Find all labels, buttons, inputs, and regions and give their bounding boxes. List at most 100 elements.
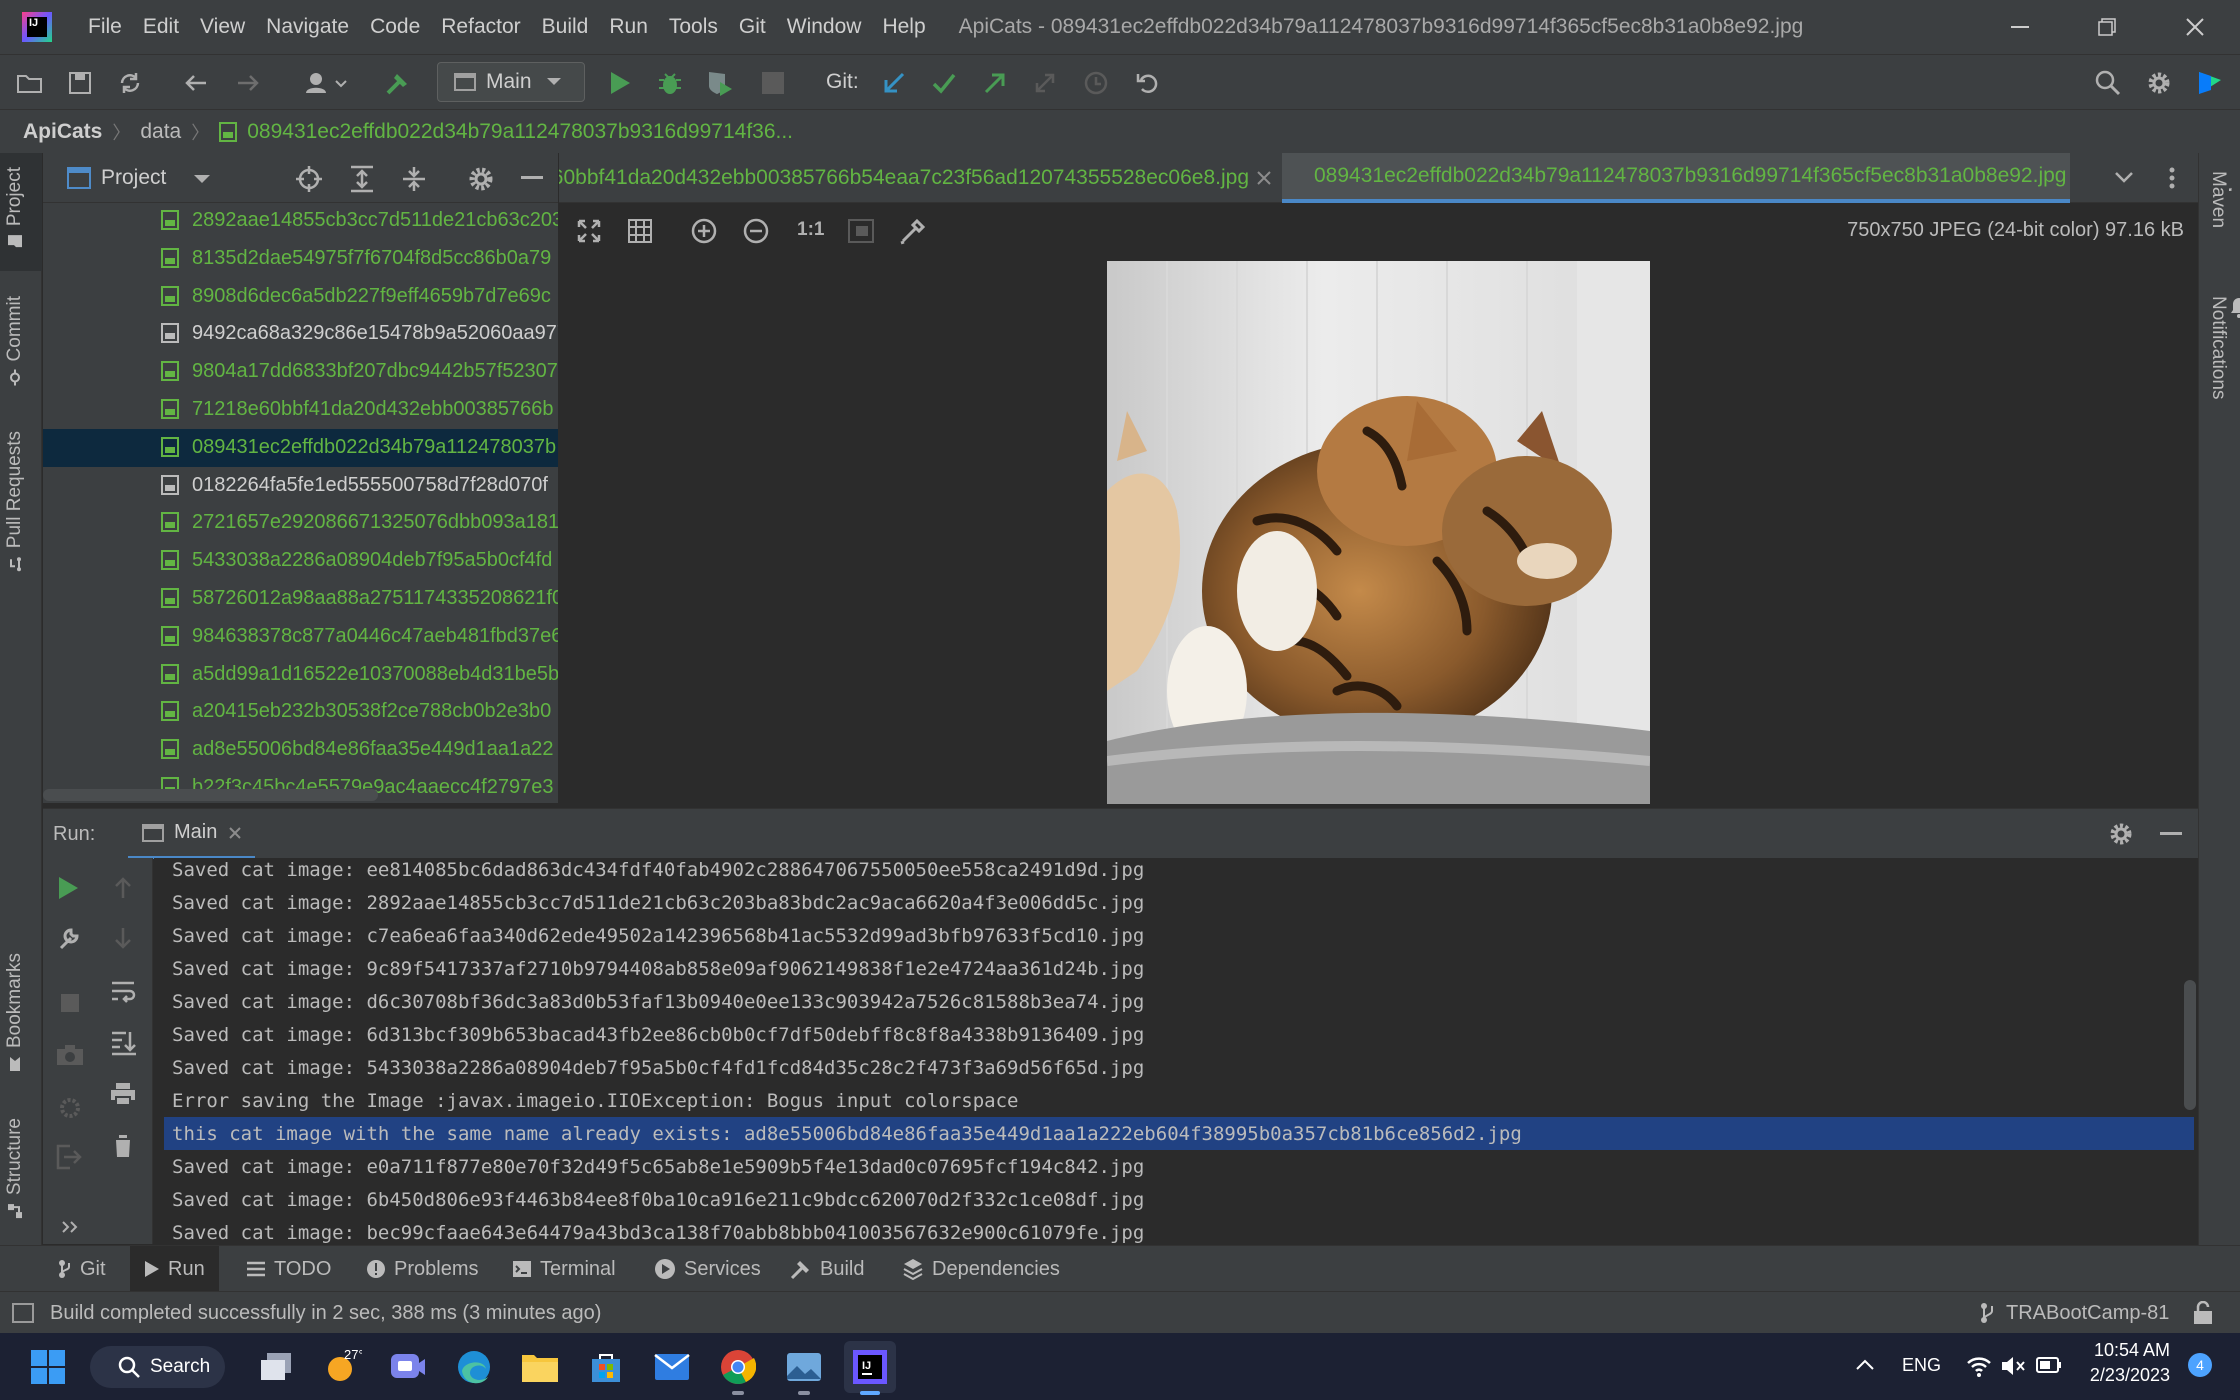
edge-browser-icon[interactable] [448,1341,500,1393]
tool-tab-commit[interactable]: Commit [4,296,26,386]
windows-start-icon[interactable] [22,1341,74,1393]
lock-icon[interactable] [2192,1301,2214,1325]
soft-wrap-icon[interactable] [110,980,136,1004]
tool-tab-notifications[interactable]: Notifications [2207,296,2240,400]
editor-tab-active[interactable]: 089431ec2effdb022d34b79a112478037b9316d9… [1282,153,2070,203]
project-file-item[interactable]: 2892aae14855cb3cc7d511de21cb63c203 [43,203,558,240]
status-panel-toggle-icon[interactable] [12,1303,34,1323]
menu-help[interactable]: Help [882,15,925,39]
close-window-button[interactable] [2150,0,2240,54]
menu-tools[interactable]: Tools [669,15,718,39]
git-branch-name[interactable]: TRABootCamp-81 [2006,1302,2169,1325]
run-tab-main[interactable]: Main [128,809,256,859]
project-file-item[interactable]: 8908d6dec6a5db227f9eff4659b7d7e69c [43,278,558,316]
coverage-icon[interactable] [702,65,738,101]
microsoft-store-icon[interactable] [580,1341,632,1393]
settings-bug-icon[interactable] [56,1094,84,1122]
rollback-icon[interactable] [1130,65,1166,101]
project-horizontal-scrollbar[interactable] [43,789,378,801]
jetbrains-ai-icon[interactable] [2192,65,2228,101]
tool-tab-structure[interactable]: Structure [4,1118,26,1219]
project-file-item[interactable]: 9492ca68a329c86e15478b9a52060aa977 [43,315,558,353]
run-icon[interactable] [602,65,638,101]
menu-file[interactable]: File [88,15,122,39]
open-folder-icon[interactable] [12,65,48,101]
minimize-button[interactable] [1975,0,2065,54]
git-update-icon[interactable] [876,65,912,101]
intellij-logo[interactable]: IJ [22,12,52,42]
locate-crosshair-icon[interactable] [295,165,323,193]
color-picker-icon[interactable] [899,217,927,245]
clock-date[interactable]: 2/23/2023 [2070,1365,2170,1386]
menu-refactor[interactable]: Refactor [441,15,520,39]
project-file-item[interactable]: a5dd99a1d16522e10370088eb4d31be5b [43,656,558,694]
menu-code[interactable]: Code [370,15,420,39]
project-file-item[interactable]: 58726012a98aa88a2751174335208621f0 [43,580,558,618]
search-icon[interactable] [2090,65,2126,101]
user-dropdown-icon[interactable] [300,65,352,101]
editor-tab-inactive[interactable]: e60bbf41da20d432ebb00385766b54eaa7c23f56… [559,153,1279,203]
git-push-icon[interactable] [977,65,1013,101]
zoom-out-icon[interactable] [743,218,769,244]
camera-icon[interactable] [56,1044,84,1066]
project-file-item[interactable]: 2721657e292086671325076dbb093a181 [43,504,558,542]
weather-widget-icon[interactable]: 27° [316,1341,368,1393]
back-arrow-icon[interactable] [178,65,214,101]
project-file-item[interactable]: ad8e55006bd84e86faa35e449d1aa1a22 [43,731,558,769]
speaker-muted-icon[interactable] [2000,1355,2026,1377]
settings-gear-icon[interactable] [2141,65,2177,101]
scroll-down-arrow-icon[interactable] [113,926,133,950]
photos-app-icon[interactable] [778,1341,830,1395]
intellij-taskbar-icon[interactable]: IJ [844,1341,896,1395]
clock-time[interactable]: 10:54 AM [2080,1340,2170,1361]
forward-arrow-icon[interactable] [230,65,266,101]
chevron-down-icon[interactable] [193,174,211,184]
stop-icon[interactable] [61,994,79,1012]
wrench-icon[interactable] [57,926,81,950]
more-options-icon[interactable] [2169,167,2175,189]
tool-tab-bookmarks[interactable]: Bookmarks [4,953,26,1072]
project-panel-title[interactable]: Project [101,166,166,190]
collapse-all-icon[interactable] [401,165,427,193]
tool-tab-problems[interactable]: Problems [366,1246,478,1292]
save-all-icon[interactable] [62,65,98,101]
close-tab-icon[interactable] [1257,171,1271,185]
actual-size-button[interactable]: 1:1 [797,219,824,241]
project-file-item[interactable]: 9804a17dd6833bf207dbc9442b57f52307 [43,353,558,391]
build-hammer-icon[interactable] [380,65,416,101]
chrome-browser-icon[interactable] [712,1341,764,1395]
close-tab-icon[interactable] [229,826,242,839]
tool-tab-git[interactable]: Git [58,1246,106,1292]
show-hidden-tabs-chevron-icon[interactable] [2114,171,2134,183]
wifi-icon[interactable] [1966,1355,1992,1377]
console-scrollbar[interactable] [2184,980,2196,1110]
tool-tab-build[interactable]: Build [790,1246,864,1292]
breadcrumb-file[interactable]: 089431ec2effdb022d34b79a112478037b9316d9… [247,120,793,144]
zoom-in-icon[interactable] [691,218,717,244]
notification-count-badge[interactable]: 4 [2188,1353,2212,1377]
console-output[interactable]: Saved cat image: ee814085bc6dad863dc434f… [154,858,2198,1244]
rerun-icon[interactable] [57,876,79,900]
history-clock-icon[interactable] [1078,65,1114,101]
stop-icon[interactable] [755,65,791,101]
restore-button[interactable] [2062,0,2152,54]
taskbar-search[interactable]: Search [90,1346,225,1388]
scroll-to-end-icon[interactable] [110,1030,136,1056]
show-hidden-icons-chevron-icon[interactable] [1855,1359,1875,1371]
project-file-item[interactable]: 984638378c877a0446c47aeb481fbd37e6 [43,618,558,656]
exit-icon[interactable] [56,1144,82,1170]
task-view-icon[interactable] [250,1341,302,1393]
tool-tab-pull-requests[interactable]: Pull Requests [4,431,26,572]
grid-toggle-icon[interactable] [628,219,652,243]
print-icon[interactable] [110,1082,136,1106]
tool-tab-project[interactable]: Project [4,167,26,250]
tool-tab-terminal[interactable]: Terminal [512,1246,616,1292]
git-merge-icon[interactable] [1027,65,1063,101]
menu-view[interactable]: View [200,15,245,39]
project-file-item[interactable]: 0182264fa5fe1ed555500758d7f28d070f [43,467,558,505]
language-indicator[interactable]: ENG [1902,1355,1941,1376]
expand-all-icon[interactable] [349,165,375,193]
panel-settings-gear-icon[interactable] [467,165,495,193]
breadcrumb-project[interactable]: ApiCats [23,120,102,144]
menu-git[interactable]: Git [739,15,766,39]
